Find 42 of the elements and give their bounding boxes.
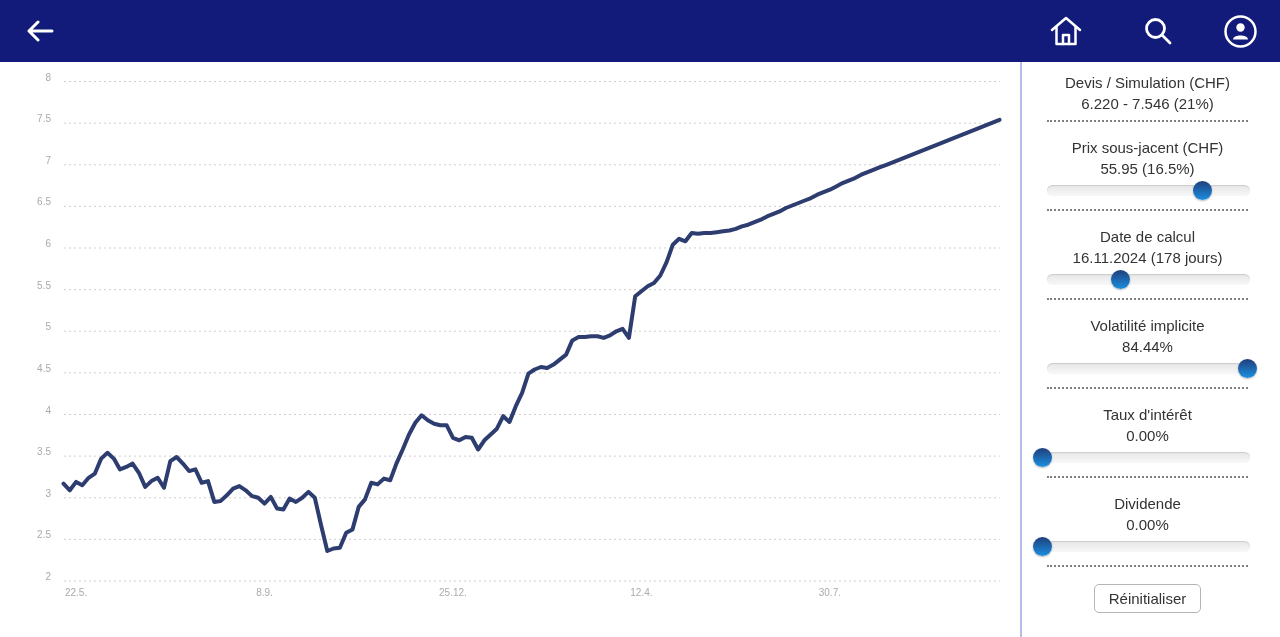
y-axis-label: 4 [45,404,51,416]
slider-thumb[interactable] [1033,537,1052,556]
slider-thumb[interactable] [1110,270,1130,289]
y-axis-label: 6 [45,238,51,249]
parameter-value: 84.44% [1121,337,1174,357]
home-icon [1050,15,1082,47]
parameter-label: Dividende [1113,494,1182,514]
x-axis-label: 22.5. [64,587,88,598]
user-icon [1224,14,1257,48]
search-button[interactable] [1142,15,1174,47]
slider-thumb[interactable] [1192,181,1212,200]
parameter-label: Taux d'intérêt [1102,405,1193,425]
quote-label: Devis / Simulation (CHF) [1064,73,1231,93]
profile-button[interactable] [1222,12,1259,50]
x-axis-label: 25.12. [439,587,467,598]
x-axis-label: 12.4. [630,587,653,598]
y-axis-label: 7.5 [37,113,51,125]
x-axis-label: 8.9. [256,587,273,598]
y-axis-label: 2.5 [37,529,51,541]
y-axis-label: 3 [45,487,51,499]
reset-button[interactable]: Réinitialiser [1093,584,1202,613]
x-axis-label: 30.7. [818,587,841,598]
parameter-value: 0.00% [1125,515,1170,535]
quote-value: 6.220 - 7.546 (21%) [1080,94,1215,114]
y-axis-label: 3.5 [37,446,51,458]
y-axis-label: 5 [45,321,51,333]
search-icon [1144,17,1172,45]
parameter-value: 0.00% [1125,426,1170,446]
parameter-label: Date de calcul [1098,227,1197,247]
back-arrow-icon [26,20,54,42]
parameter-value: 55.95 (16.5%) [1099,159,1196,179]
y-axis-label: 2 [45,571,51,582]
y-axis-label: 7 [45,154,51,166]
parameter-value: 16.11.2024 (178 jours) [1071,248,1224,268]
y-axis-label: 6.5 [37,196,51,208]
slider-thumb[interactable] [1033,448,1052,467]
parameter-label: Prix sous-jacent (CHF) [1070,138,1225,158]
parameter-label: Volatilité implicite [1089,316,1206,336]
slider-thumb[interactable] [1238,359,1257,378]
y-axis-label: 4.5 [37,362,51,374]
y-axis-label: 8 [45,71,51,83]
y-axis-label: 5.5 [37,279,51,291]
